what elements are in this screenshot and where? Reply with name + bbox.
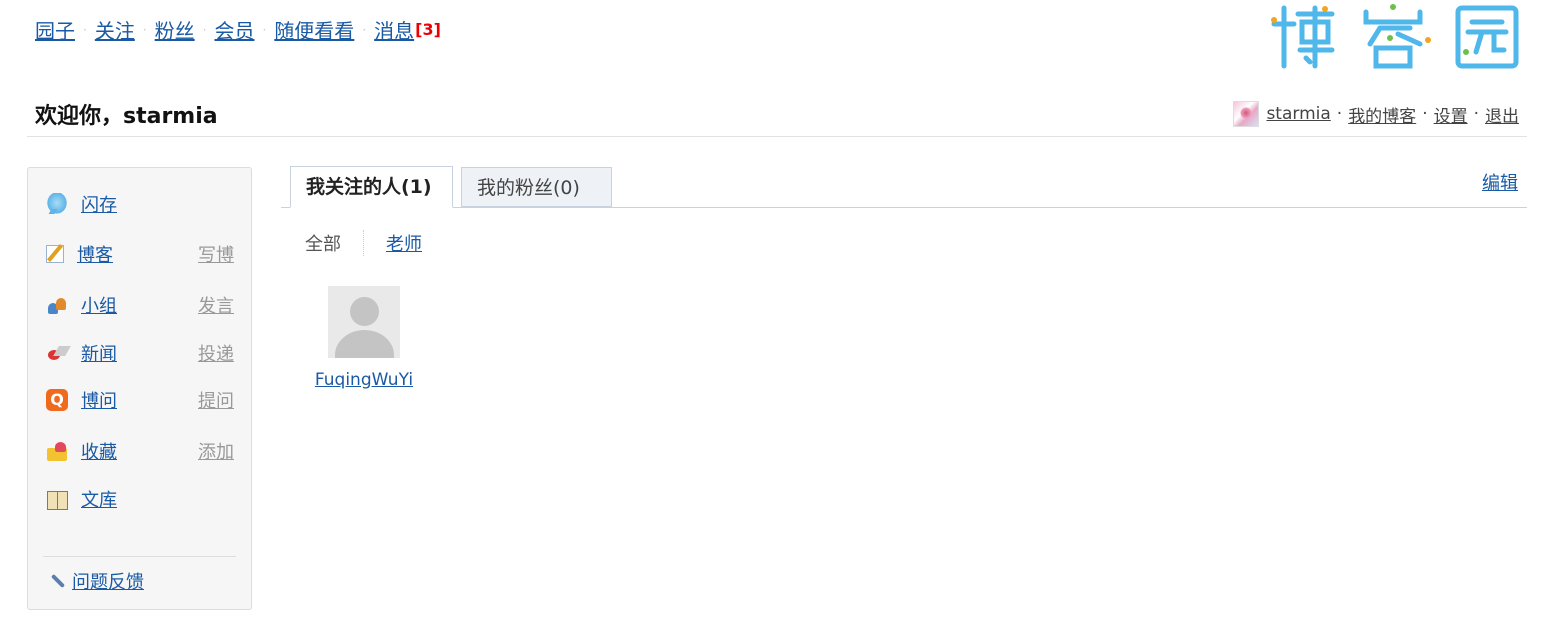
username-link[interactable]: starmia	[1266, 104, 1330, 124]
my-blog-link[interactable]: 我的博客	[1348, 102, 1416, 127]
edit-link[interactable]: 编辑	[1482, 169, 1518, 195]
nav-separator: ·	[362, 22, 367, 37]
user-avatar[interactable]	[1233, 101, 1260, 127]
write-blog-link[interactable]: 写博	[198, 241, 234, 267]
nav-fans[interactable]: 粉丝	[155, 15, 195, 44]
welcome-heading: 欢迎你，starmia	[35, 104, 218, 129]
sidebar-link-favorites[interactable]: 收藏	[81, 438, 117, 464]
top-nav: 园子 · 关注 · 粉丝 · 会员 · 随便看看 · 消息 [3]	[35, 15, 441, 44]
logout-link[interactable]: 退出	[1485, 102, 1519, 127]
sidebar-item-flash: 闪存	[46, 191, 234, 217]
group-icon	[46, 294, 68, 316]
nav-browse[interactable]: 随便看看	[274, 15, 354, 44]
folder-favorite-icon	[46, 440, 68, 462]
tab-followers[interactable]: 我的粉丝(0)	[461, 167, 612, 207]
feedback-link[interactable]: 问题反馈	[72, 568, 144, 594]
chat-bubble-icon	[46, 193, 68, 215]
nav-messages[interactable]: 消息	[374, 15, 414, 44]
wrench-icon	[50, 573, 66, 589]
followed-user-card: FuqingWuYi	[312, 286, 416, 390]
add-favorite-link[interactable]: 添加	[198, 438, 234, 464]
logo-graphic	[1271, 4, 1519, 69]
separator: ·	[1473, 104, 1479, 124]
nav-separator: ·	[202, 22, 207, 37]
sidebar-link-group[interactable]: 小组	[81, 292, 117, 318]
followed-user-name[interactable]: FuqingWuYi	[312, 370, 416, 390]
sidebar-link-flash[interactable]: 闪存	[81, 191, 117, 217]
nav-yuanzi[interactable]: 园子	[35, 15, 75, 44]
sidebar-link-news[interactable]: 新闻	[81, 340, 117, 366]
sidebar-item-qa: 博问 提问	[46, 387, 234, 413]
nav-separator: ·	[83, 22, 87, 37]
ask-question-link[interactable]: 提问	[198, 387, 234, 413]
sidebar-item-favorites: 收藏 添加	[46, 438, 234, 464]
separator: ·	[1336, 104, 1343, 124]
sidebar: 闪存 博客 写博 小组 发言 新闻 投递 博问 提问 收藏 添加 文库 问题反馈	[27, 167, 252, 610]
settings-link[interactable]: 设置	[1434, 102, 1468, 127]
nav-separator: ·	[142, 22, 147, 37]
news-icon	[46, 342, 68, 364]
notepad-icon	[46, 245, 64, 263]
filter-separator	[363, 230, 364, 256]
message-count-badge[interactable]: [3]	[415, 20, 441, 39]
default-avatar-icon[interactable]	[328, 286, 400, 358]
sidebar-divider	[43, 556, 236, 557]
sidebar-link-library[interactable]: 文库	[81, 486, 117, 512]
group-filter: 全部 老师	[305, 230, 422, 256]
tab-following[interactable]: 我关注的人(1)	[290, 166, 453, 208]
sidebar-item-group: 小组 发言	[46, 292, 234, 318]
q-icon	[46, 389, 68, 411]
user-bar: starmia · 我的博客 · 设置 · 退出	[1233, 101, 1519, 127]
sidebar-item-library: 文库	[46, 486, 234, 512]
submit-news-link[interactable]: 投递	[198, 340, 234, 366]
sidebar-link-qa[interactable]: 博问	[81, 387, 117, 413]
nav-separator: ·	[262, 22, 267, 37]
relation-tabs: 我关注的人(1) 我的粉丝(0)	[281, 166, 1527, 208]
book-icon	[46, 488, 68, 510]
separator: ·	[1422, 104, 1428, 124]
header-divider	[27, 136, 1527, 137]
sidebar-item-news: 新闻 投递	[46, 340, 234, 366]
nav-member[interactable]: 会员	[214, 15, 254, 44]
filter-teacher[interactable]: 老师	[386, 230, 422, 256]
filter-all[interactable]: 全部	[305, 230, 341, 256]
post-speech-link[interactable]: 发言	[198, 292, 234, 318]
feedback: 问题反馈	[50, 568, 144, 594]
sidebar-link-blog[interactable]: 博客	[77, 241, 113, 267]
sidebar-item-blog: 博客 写博	[46, 241, 234, 267]
nav-following[interactable]: 关注	[95, 15, 135, 44]
cnblogs-logo[interactable]	[1270, 0, 1526, 74]
